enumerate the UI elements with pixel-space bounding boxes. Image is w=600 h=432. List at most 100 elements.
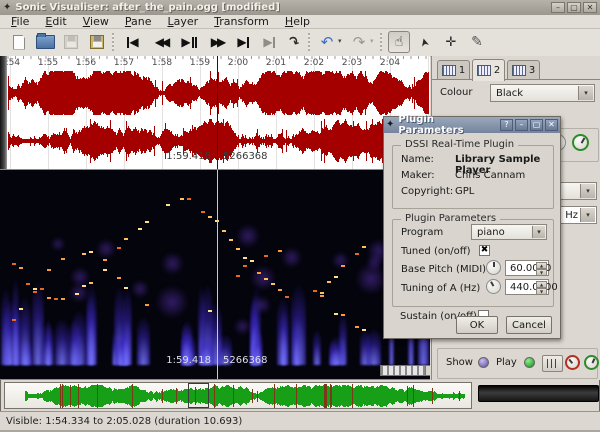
pane-tab-1[interactable]: 1 xyxy=(437,60,470,80)
help-icon[interactable]: ? xyxy=(500,119,513,131)
equalizer-button[interactable] xyxy=(542,355,563,372)
pencil-icon: ✎ xyxy=(471,34,483,50)
spin-down-icon[interactable]: ▼ xyxy=(536,269,547,276)
chevron-down-icon[interactable]: ▾ xyxy=(580,208,595,222)
ffwd-end-icon: ▶ xyxy=(237,36,246,48)
menu-edit[interactable]: Edit xyxy=(38,15,73,28)
menu-layer[interactable]: Layer xyxy=(160,15,205,28)
ok-button[interactable]: OK xyxy=(456,316,498,334)
dialog-title-bar[interactable]: ✦ Plugin Parameters ? – ▢ ✕ xyxy=(384,117,560,133)
pane-tab-3[interactable]: 3 xyxy=(507,60,540,80)
playback-gain-knob[interactable] xyxy=(565,355,580,370)
window-title: Sonic Visualiser: after_the_pain.ogg [mo… xyxy=(15,2,279,13)
ffwd-to-end-button[interactable]: ▶ xyxy=(232,31,254,53)
close-icon[interactable]: ✕ xyxy=(545,119,558,131)
maximize-icon[interactable]: ▢ xyxy=(567,2,581,13)
pane-edge-shade xyxy=(0,56,7,169)
chevron-down-icon[interactable]: ▾ xyxy=(532,226,545,238)
undo-button[interactable]: ↶ xyxy=(316,31,338,53)
edit-tool-button[interactable]: ✎ xyxy=(466,31,488,53)
chevron-down-icon[interactable]: ▾ xyxy=(580,184,595,198)
redo-dropdown-icon[interactable]: ▾ xyxy=(370,37,374,45)
tuning-a-label: Tuning of A (Hz) xyxy=(401,283,480,294)
pane-thumbnail-icon xyxy=(477,65,491,76)
move-tool-button[interactable]: ✛ xyxy=(440,31,462,53)
horizontal-scrollbar[interactable] xyxy=(478,385,599,402)
program-combobox[interactable]: piano ▾ xyxy=(471,224,547,240)
play-led-toggle[interactable] xyxy=(524,357,535,368)
spin-down-icon[interactable]: ▼ xyxy=(536,288,547,295)
tuning-a-knob[interactable] xyxy=(486,279,501,294)
menu-transform[interactable]: Transform xyxy=(207,15,276,28)
redo-button[interactable]: ↷ xyxy=(348,31,370,53)
ruler-label: 1:55 xyxy=(38,58,58,68)
maximize-icon[interactable]: ▢ xyxy=(530,119,543,131)
base-pitch-knob[interactable] xyxy=(486,260,501,275)
ruler-label: 1:59 xyxy=(190,58,210,68)
overview-panner[interactable] xyxy=(4,382,472,409)
select-tool-button[interactable]: ➤ xyxy=(414,31,436,53)
waveform-channel-1 xyxy=(8,70,429,116)
play-pause-button[interactable]: ▶ xyxy=(178,31,200,53)
ok-label: OK xyxy=(470,320,484,331)
plugin-parameters-dialog: ✦ Plugin Parameters ? – ▢ ✕ DSSI Real-Ti… xyxy=(383,116,561,339)
base-pitch-spinbox[interactable]: 60.0000 ▲▼ xyxy=(505,260,549,276)
open-button[interactable] xyxy=(34,31,56,53)
plugin-parameters-group: Plugin Parameters Program piano ▾ Tuned … xyxy=(392,219,554,307)
chevron-down-icon[interactable]: ▾ xyxy=(578,86,593,100)
toolbar-separator xyxy=(308,33,310,51)
pane-thumbnail-icon xyxy=(512,65,526,76)
cursor-frame-readout: 5266368 xyxy=(223,355,268,366)
move-icon: ✛ xyxy=(446,35,457,50)
tuned-label: Tuned (on/off) xyxy=(401,246,471,257)
waveform-pane[interactable]: 1:54 1:55 1:56 1:57 1:58 1:59 2:00 2:01 … xyxy=(0,56,430,170)
rewind-button[interactable]: ◀◀ xyxy=(150,31,172,53)
menu-file[interactable]: File xyxy=(4,15,36,28)
minimize-icon[interactable]: – xyxy=(515,119,528,131)
save-button[interactable] xyxy=(60,31,82,53)
cancel-label: Cancel xyxy=(512,320,546,331)
status-bar: Visible: 1:54.334 to 2:05.028 (duration … xyxy=(0,411,600,430)
visible-region-rect[interactable] xyxy=(188,383,209,408)
rewind-to-start-button[interactable]: ◀ xyxy=(122,31,144,53)
rewind-start-icon: ◀ xyxy=(129,36,138,48)
tab-divider xyxy=(432,79,600,80)
zoom-thumbwheel[interactable] xyxy=(380,365,426,376)
dialog-title: Plugin Parameters xyxy=(398,114,498,136)
show-led-toggle[interactable] xyxy=(478,357,489,368)
spectrogram-pane[interactable]: 1:59.418 5266368 xyxy=(0,170,430,380)
new-session-button[interactable] xyxy=(8,31,30,53)
import-button[interactable] xyxy=(86,31,108,53)
pan-knob[interactable] xyxy=(572,134,589,151)
tab-label: 1 xyxy=(459,65,465,76)
undo-dropdown-icon[interactable]: ▾ xyxy=(338,37,342,45)
close-icon[interactable]: ✕ xyxy=(583,2,597,13)
pause-bar-icon xyxy=(192,37,194,48)
dssi-plugin-group: DSSI Real-Time Plugin Name: Library Samp… xyxy=(392,145,554,209)
play-loop-button[interactable]: ↷ xyxy=(282,31,304,53)
cancel-button[interactable]: Cancel xyxy=(506,316,552,334)
menu-view[interactable]: View xyxy=(76,15,116,28)
play-label: Play xyxy=(496,357,517,368)
tuning-a-value: 440.0000 xyxy=(510,282,558,293)
spin-up-icon[interactable]: ▲ xyxy=(536,281,547,288)
colour-combobox[interactable]: Black ▾ xyxy=(490,84,595,102)
tuning-a-spinbox[interactable]: 440.0000 ▲▼ xyxy=(505,279,549,295)
spin-up-icon[interactable]: ▲ xyxy=(536,262,547,269)
program-label: Program xyxy=(401,227,443,238)
ffwd-icon: ▶▶ xyxy=(211,36,223,48)
play-selection-icon: ▶ xyxy=(263,36,272,48)
redo-icon: ↷ xyxy=(353,33,366,51)
title-bar[interactable]: ✦ Sonic Visualiser: after_the_pain.ogg [… xyxy=(0,0,600,15)
fast-forward-button[interactable]: ▶▶ xyxy=(206,31,228,53)
menu-pane[interactable]: Pane xyxy=(118,15,159,28)
tuned-checkbox[interactable]: ✖ xyxy=(479,245,490,256)
menu-help[interactable]: Help xyxy=(278,15,317,28)
play-selection-button[interactable]: ▶ xyxy=(258,31,280,53)
zoom-reset-button[interactable] xyxy=(425,365,430,376)
navigate-tool-button[interactable]: ☝ xyxy=(388,31,410,53)
pane-tab-2[interactable]: 2 xyxy=(472,59,505,81)
playback-pan-knob[interactable] xyxy=(584,355,599,370)
toolbar-separator xyxy=(380,33,382,51)
minimize-icon[interactable]: – xyxy=(551,2,565,13)
